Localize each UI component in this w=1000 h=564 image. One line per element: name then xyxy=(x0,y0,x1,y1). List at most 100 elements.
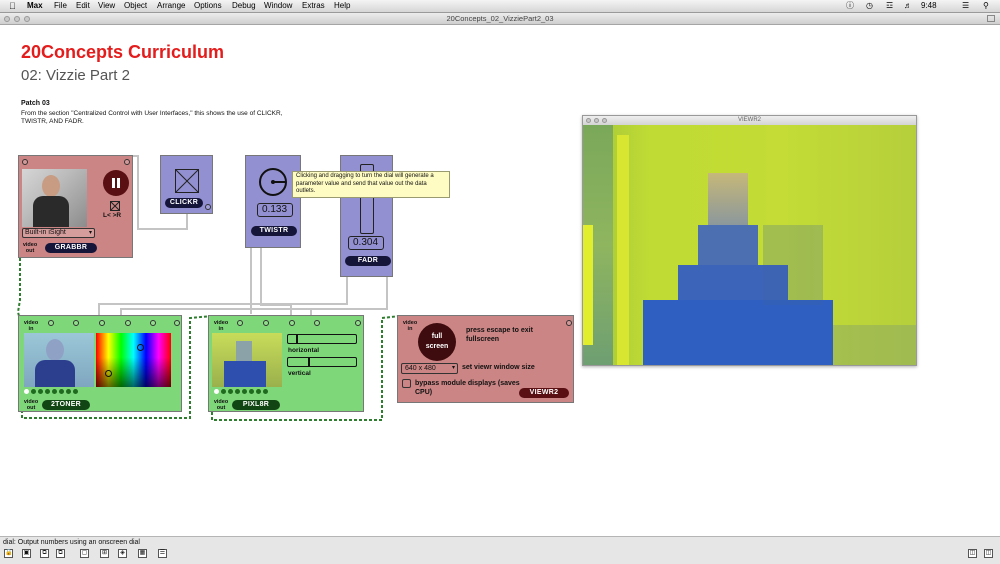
vertical-label: vertical xyxy=(288,370,311,377)
pixl8r-label[interactable]: PIXL8R xyxy=(232,400,280,410)
mix-dot[interactable] xyxy=(263,389,268,394)
2toner-video-preview xyxy=(24,333,94,387)
chevron-down-icon: ▾ xyxy=(451,365,455,371)
viewr-close-icon[interactable] xyxy=(586,118,591,123)
fullscreen-button-label: full screen xyxy=(425,333,449,350)
inlet-port[interactable] xyxy=(263,320,269,326)
viewr-window-title: VIEWR2 xyxy=(583,116,916,125)
presentation-icon[interactable]: ▣ xyxy=(22,549,31,558)
viewr-minimize-icon[interactable] xyxy=(594,118,599,123)
bypass-checkbox[interactable] xyxy=(402,379,411,388)
grabbr-video-preview xyxy=(22,169,87,227)
horizontal-label: horizontal xyxy=(288,347,320,354)
viewr-video-display xyxy=(583,125,916,365)
inlet-port[interactable] xyxy=(99,320,105,326)
mix-dot[interactable] xyxy=(73,389,78,394)
align-icon[interactable]: ☰ xyxy=(158,549,167,558)
inlet-port[interactable] xyxy=(314,320,320,326)
mix-dot[interactable] xyxy=(221,389,226,394)
camera-source-select[interactable]: Built-in iSight ▾ xyxy=(22,228,95,238)
color-picker-handle-2[interactable] xyxy=(105,370,112,377)
lock-icon[interactable]: 🔒 xyxy=(4,549,13,558)
pause-button[interactable] xyxy=(103,170,129,196)
fullscreen-button[interactable]: full screen xyxy=(418,323,456,361)
viewr2-module[interactable]: video in full screen press escape to exi… xyxy=(397,315,574,403)
viewr-window[interactable]: VIEWR2 xyxy=(582,115,917,366)
bypass-label: bypass module displays (saves CPU) xyxy=(415,380,520,396)
2toner-module[interactable]: video in video out 2TONER xyxy=(18,315,182,412)
outlet-port[interactable] xyxy=(205,204,211,210)
video-in-label: video in xyxy=(402,320,418,332)
sidebar-toggle-icon[interactable]: ◫ xyxy=(984,549,993,558)
inlet-port[interactable] xyxy=(355,320,361,326)
mix-dot[interactable] xyxy=(45,389,50,394)
mix-dot[interactable] xyxy=(228,389,233,394)
window-size-select[interactable]: 640 x 480 ▾ xyxy=(401,363,458,374)
inlet-port[interactable] xyxy=(48,320,54,326)
mix-dot[interactable] xyxy=(59,389,64,394)
mirror-label: L< >R xyxy=(103,212,122,219)
clickr-label[interactable]: CLICKR xyxy=(165,198,203,208)
video-out-label: video out xyxy=(22,242,38,254)
patcher-inspector-icon[interactable]: ⊞ xyxy=(100,549,109,558)
pixl8r-module[interactable]: video in horizontal vertical video out P… xyxy=(208,315,364,412)
mix-dot[interactable] xyxy=(235,389,240,394)
mirror-toggle-checkbox[interactable] xyxy=(110,201,120,211)
outlet-port[interactable] xyxy=(124,159,130,165)
twistr-value-box[interactable]: 0.133 xyxy=(257,203,293,217)
color-picker[interactable] xyxy=(96,333,171,387)
mix-dot[interactable] xyxy=(214,389,219,394)
video-in-label: video in xyxy=(23,320,39,332)
mix-dot[interactable] xyxy=(249,389,254,394)
window-size-value: 640 x 480 xyxy=(405,365,436,372)
new-object-icon[interactable]: ▢ xyxy=(80,549,89,558)
vertical-slider[interactable] xyxy=(287,357,357,367)
inlet-port[interactable] xyxy=(289,320,295,326)
chevron-down-icon: ▾ xyxy=(88,230,92,236)
grabbr-module[interactable]: L< >R Built-in iSight ▾ video out GRABBR xyxy=(18,155,133,258)
mix-dot[interactable] xyxy=(52,389,57,394)
viewr-zoom-icon[interactable] xyxy=(602,118,607,123)
twistr-label[interactable]: TWISTR xyxy=(251,226,297,236)
inlet-port[interactable] xyxy=(566,320,572,326)
mix-dot[interactable] xyxy=(31,389,36,394)
mix-dot[interactable] xyxy=(242,389,247,394)
grabbr-label[interactable]: GRABBR xyxy=(45,243,97,253)
inlet-port[interactable] xyxy=(150,320,156,326)
twistr-dial[interactable] xyxy=(259,168,287,196)
horizontal-slider-handle[interactable] xyxy=(296,335,298,343)
inlet-port[interactable] xyxy=(22,159,28,165)
2toner-label[interactable]: 2TONER xyxy=(42,400,90,410)
mix-dot[interactable] xyxy=(66,389,71,394)
inlet-port[interactable] xyxy=(125,320,131,326)
dial-tooltip: Clicking and dragging to turn the dial w… xyxy=(292,171,450,198)
mix-dot[interactable] xyxy=(38,389,43,394)
grid-icon[interactable]: ▦ xyxy=(138,549,147,558)
fadr-label[interactable]: FADR xyxy=(345,256,391,266)
inlet-port[interactable] xyxy=(237,320,243,326)
vertical-slider-handle[interactable] xyxy=(308,358,310,366)
escape-note: press escape to exit fullscreen xyxy=(466,327,533,343)
clickr-module[interactable]: CLICKR xyxy=(160,155,213,214)
video-out-label: video out xyxy=(213,399,229,411)
paste-icon[interactable]: ⧉ xyxy=(56,549,65,558)
pixl8r-video-preview xyxy=(212,333,282,387)
clickr-button[interactable] xyxy=(175,169,199,193)
twistr-module[interactable]: 0.133 TWISTR xyxy=(245,155,301,248)
video-out-label: video out xyxy=(23,399,39,411)
color-picker-handle-1[interactable] xyxy=(137,344,144,351)
status-text: dial: Output numbers using an onscreen d… xyxy=(3,539,140,546)
status-bar xyxy=(0,536,1000,564)
inlet-port[interactable] xyxy=(174,320,180,326)
inlet-port[interactable] xyxy=(73,320,79,326)
debug-icon[interactable]: ◈ xyxy=(118,549,127,558)
camera-source-value: Built-in iSight xyxy=(25,229,66,236)
copy-icon[interactable]: ⧉ xyxy=(40,549,49,558)
mix-dot[interactable] xyxy=(256,389,261,394)
fadr-value-box[interactable]: 0.304 xyxy=(348,236,384,250)
mix-dot[interactable] xyxy=(24,389,29,394)
horizontal-slider[interactable] xyxy=(287,334,357,344)
split-view-icon[interactable]: ◫ xyxy=(968,549,977,558)
viewr2-label[interactable]: VIEWR2 xyxy=(519,388,569,398)
video-in-label: video in xyxy=(213,320,229,332)
